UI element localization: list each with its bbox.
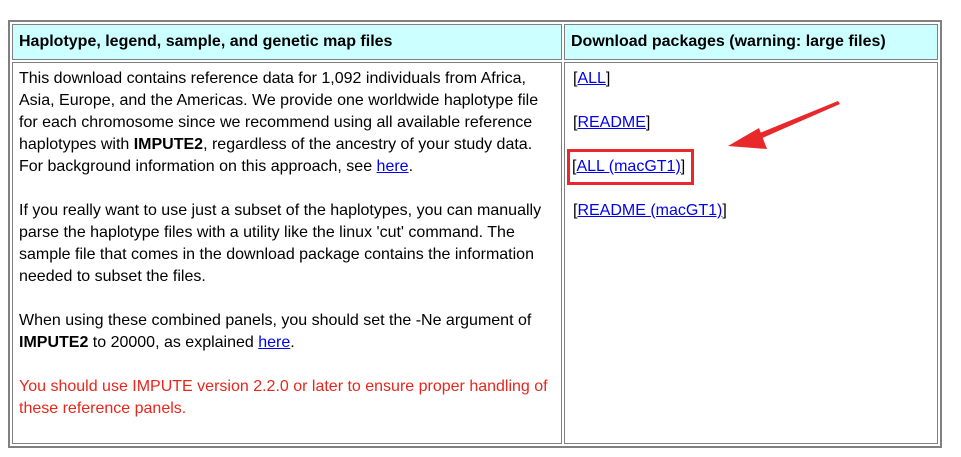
bracket-close: ] [722, 202, 727, 219]
table-header-row: Haplotype, legend, sample, and genetic m… [12, 24, 938, 60]
p3-text-b: to 20000, as explained [88, 334, 259, 351]
impute2-bold-1: IMPUTE2 [133, 136, 204, 153]
description-paragraph-3: When using these combined panels, you sh… [19, 310, 555, 354]
table-body-row: This download contains reference data fo… [12, 62, 938, 444]
description-paragraph-1: This download contains reference data fo… [19, 68, 555, 178]
download-item-all: [ALL] [573, 68, 929, 90]
header-downloads: Download packages (warning: large files) [564, 24, 938, 60]
impute2-bold-2: IMPUTE2 [19, 334, 89, 351]
description-paragraph-2: If you really want to use just a subset … [19, 202, 542, 285]
download-item-readme-macgt1: [README (macGT1)] [573, 200, 929, 222]
page: Haplotype, legend, sample, and genetic m… [0, 0, 961, 457]
download-all-link[interactable]: ALL [577, 70, 605, 87]
bracket-close: ] [605, 70, 611, 87]
bracket-close: ] [645, 114, 651, 131]
p3-text-a: When using these combined panels, you sh… [19, 312, 532, 329]
reference-panel-table: Haplotype, legend, sample, and genetic m… [8, 20, 942, 448]
bracket-close: ] [680, 158, 686, 175]
downloads-cell: [ALL] [README] [ALL (macGT1)] [README (m… [564, 62, 938, 444]
ne-explanation-link[interactable]: here [258, 334, 290, 351]
download-item-readme: [README] [573, 112, 929, 134]
description-cell: This download contains reference data fo… [12, 62, 562, 444]
download-all-macgt1-link[interactable]: ALL (macGT1) [576, 158, 680, 175]
highlight-box: [ALL (macGT1)] [567, 149, 695, 185]
version-warning: You should use IMPUTE version 2.2.0 or l… [19, 378, 548, 417]
download-readme-macgt1-link[interactable]: README (macGT1) [577, 202, 722, 219]
p3-end: . [290, 334, 295, 351]
download-item-all-macgt1: [ALL (macGT1)] [567, 149, 929, 185]
download-readme-link[interactable]: README [577, 114, 645, 131]
header-files: Haplotype, legend, sample, and genetic m… [12, 24, 562, 60]
p1-end: . [408, 158, 414, 175]
background-info-link[interactable]: here [377, 158, 409, 175]
